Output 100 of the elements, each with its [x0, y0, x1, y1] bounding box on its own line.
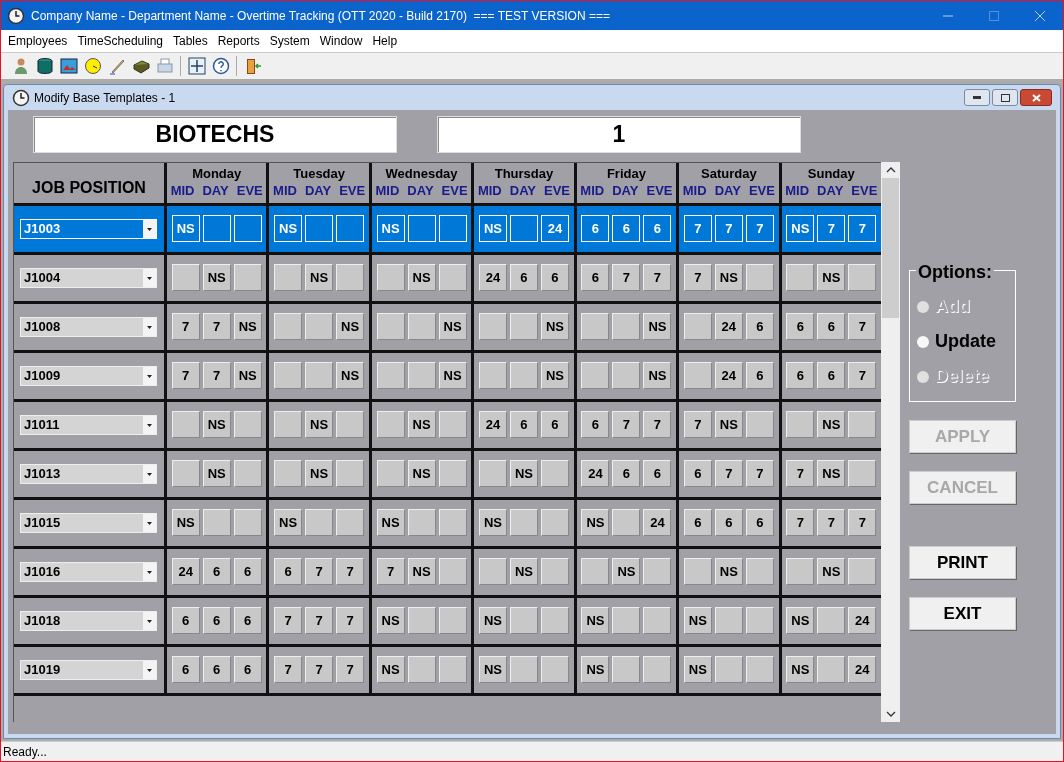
radio-option[interactable]: Update — [917, 328, 1015, 355]
shift-value-field[interactable]: NS — [202, 459, 231, 487]
shift-value-field[interactable]: 7 — [305, 606, 334, 634]
shift-value-field[interactable] — [233, 508, 262, 536]
shift-value-field[interactable]: NS — [171, 508, 200, 536]
shift-value-field[interactable]: 6 — [233, 557, 262, 585]
shift-value-field[interactable]: NS — [274, 214, 303, 242]
shift-value-field[interactable]: 7 — [745, 214, 774, 242]
shift-value-field[interactable]: NS — [438, 361, 467, 389]
shift-value-field[interactable]: 6 — [786, 361, 815, 389]
shift-value-field[interactable]: 24 — [714, 312, 743, 340]
shift-value-field[interactable]: 7 — [643, 263, 672, 291]
shift-value-field[interactable]: 7 — [643, 410, 672, 438]
shift-value-field[interactable] — [612, 312, 641, 340]
shift-value-field[interactable]: 7 — [848, 312, 877, 340]
shift-value-field[interactable]: NS — [612, 557, 641, 585]
job-dropdown[interactable]: J1003 — [20, 219, 157, 239]
scrollbar-thumb[interactable] — [882, 178, 899, 318]
shift-value-field[interactable]: NS — [817, 459, 846, 487]
shift-value-field[interactable] — [510, 312, 538, 340]
shift-value-field[interactable] — [683, 557, 712, 585]
shift-value-field[interactable] — [202, 508, 231, 536]
shift-value-field[interactable] — [612, 508, 641, 536]
shift-value-field[interactable]: NS — [407, 263, 436, 291]
shift-value-field[interactable] — [745, 557, 774, 585]
shift-value-field[interactable] — [612, 606, 641, 634]
shift-value-field[interactable] — [817, 606, 846, 634]
shift-value-field[interactable] — [438, 655, 467, 683]
shift-value-field[interactable] — [274, 263, 303, 291]
shift-value-field[interactable] — [171, 459, 200, 487]
shift-value-field[interactable] — [274, 361, 303, 389]
shift-value-field[interactable]: 6 — [786, 312, 815, 340]
shift-value-field[interactable] — [541, 508, 569, 536]
shift-value-field[interactable]: 7 — [202, 312, 231, 340]
shift-value-field[interactable]: NS — [233, 312, 262, 340]
shift-value-field[interactable]: NS — [233, 361, 262, 389]
shift-value-field[interactable]: 24 — [171, 557, 200, 585]
shift-value-field[interactable] — [848, 557, 877, 585]
action-button[interactable]: PRINT — [909, 546, 1016, 579]
menu-item[interactable]: Tables — [168, 32, 213, 50]
shift-value-field[interactable] — [745, 263, 774, 291]
shift-value-field[interactable] — [479, 459, 507, 487]
job-dropdown[interactable]: J1008 — [20, 317, 157, 337]
job-dropdown[interactable]: J1013 — [20, 464, 157, 484]
menu-item[interactable]: Help — [367, 32, 403, 50]
shift-value-field[interactable] — [407, 606, 436, 634]
shift-value-field[interactable]: 7 — [305, 557, 334, 585]
shift-value-field[interactable]: NS — [581, 655, 610, 683]
shift-value-field[interactable]: NS — [817, 263, 846, 291]
grid-row[interactable]: J1008 7 7 NS NS NS NS NS 24 6 6 6 7 — [14, 304, 881, 353]
shift-value-field[interactable] — [438, 606, 467, 634]
shift-value-field[interactable]: 7 — [274, 655, 303, 683]
shift-value-field[interactable]: 7 — [683, 214, 712, 242]
shift-value-field[interactable] — [376, 459, 405, 487]
shift-value-field[interactable]: 6 — [233, 655, 262, 683]
shift-value-field[interactable] — [479, 557, 507, 585]
shift-value-field[interactable]: 7 — [848, 361, 877, 389]
shift-value-field[interactable] — [305, 508, 334, 536]
grid-row[interactable]: J1004 NS NS NS 24 6 6 6 7 7 7 NS NS — [14, 255, 881, 304]
shift-value-field[interactable]: 6 — [233, 606, 262, 634]
shift-value-field[interactable]: 7 — [786, 508, 815, 536]
shift-value-field[interactable] — [612, 655, 641, 683]
shift-value-field[interactable] — [745, 606, 774, 634]
shift-value-field[interactable]: 7 — [817, 214, 846, 242]
job-dropdown[interactable]: J1016 — [20, 562, 157, 582]
shift-value-field[interactable]: 7 — [848, 508, 877, 536]
menu-item[interactable]: TimeScheduling — [72, 32, 168, 50]
shift-value-field[interactable]: NS — [479, 606, 507, 634]
shift-value-field[interactable] — [274, 410, 303, 438]
shift-value-field[interactable]: NS — [336, 312, 365, 340]
shift-value-field[interactable]: NS — [336, 361, 365, 389]
shift-value-field[interactable]: NS — [786, 606, 815, 634]
shift-value-field[interactable] — [581, 361, 610, 389]
grid-row[interactable]: J1013 NS NS NS NS 24 6 6 6 7 7 7 NS — [14, 451, 881, 500]
grid-row[interactable]: J1019 6 6 6 7 7 7 NS NS NS NS NS 24 — [14, 647, 881, 696]
shift-value-field[interactable]: NS — [376, 508, 405, 536]
shift-value-field[interactable] — [479, 312, 507, 340]
shift-value-field[interactable] — [541, 459, 569, 487]
shift-value-field[interactable]: 7 — [817, 508, 846, 536]
shift-value-field[interactable]: NS — [714, 263, 743, 291]
shift-value-field[interactable] — [643, 557, 672, 585]
shift-value-field[interactable] — [233, 459, 262, 487]
shift-value-field[interactable]: NS — [202, 410, 231, 438]
shift-value-field[interactable] — [376, 361, 405, 389]
shift-value-field[interactable]: NS — [274, 508, 303, 536]
shift-value-field[interactable]: NS — [510, 557, 538, 585]
shift-value-field[interactable] — [786, 557, 815, 585]
shift-value-field[interactable]: 24 — [479, 263, 507, 291]
grid-row[interactable]: J1003 NS NS NS NS 24 6 6 6 7 7 7 NS 7 7 — [14, 206, 881, 255]
shift-value-field[interactable] — [817, 655, 846, 683]
shift-value-field[interactable]: 6 — [643, 214, 672, 242]
job-dropdown[interactable]: J1004 — [20, 268, 157, 288]
shift-value-field[interactable]: 6 — [745, 508, 774, 536]
shift-value-field[interactable]: 6 — [541, 263, 569, 291]
shift-value-field[interactable] — [541, 606, 569, 634]
shift-value-field[interactable]: NS — [581, 606, 610, 634]
shift-value-field[interactable]: 7 — [786, 459, 815, 487]
shift-value-field[interactable]: 6 — [643, 459, 672, 487]
shift-value-field[interactable]: 24 — [714, 361, 743, 389]
grid-row[interactable]: J1016 24 6 6 6 7 7 7 NS NS NS NS NS — [14, 549, 881, 598]
